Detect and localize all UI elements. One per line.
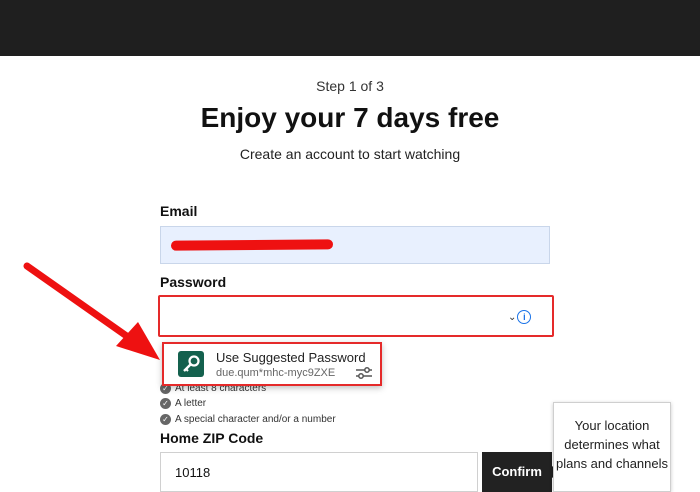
email-field[interactable]	[160, 226, 550, 264]
password-label: Password	[160, 274, 227, 290]
zip-code-input[interactable]: 10118	[160, 452, 478, 492]
info-icon: i	[517, 310, 532, 324]
page-subtitle: Create an account to start watching	[239, 146, 461, 162]
requirement-item: ✓ A special character and/or a number	[160, 414, 336, 425]
chevron-down-icon: ⌄	[508, 311, 517, 323]
password-field[interactable]: ⌄ i	[158, 295, 554, 337]
key-icon	[178, 351, 204, 377]
requirement-text: A special character and/or a number	[175, 414, 336, 425]
password-manager-icon[interactable]: ⌄ i	[508, 309, 536, 325]
confirm-button[interactable]: Confirm	[482, 452, 560, 492]
zip-value: 10118	[175, 465, 211, 480]
zip-label: Home ZIP Code	[160, 430, 264, 446]
requirement-item: ✓ A letter	[160, 398, 206, 409]
top-nav-bar	[0, 0, 700, 56]
location-tooltip: Your location determines what plans and …	[553, 402, 671, 492]
tune-icon[interactable]	[354, 364, 374, 382]
check-icon: ✓	[160, 414, 171, 425]
email-label: Email	[160, 203, 198, 219]
suggested-password-popup[interactable]: Use Suggested Password due.qum*mhc-myc9Z…	[162, 342, 382, 386]
step-indicator: Step 1 of 3	[316, 78, 384, 94]
suggested-password: due.qum*mhc-myc9ZXE	[216, 367, 336, 379]
requirement-text: A letter	[175, 398, 207, 409]
check-icon: ✓	[160, 398, 171, 409]
suggestion-title: Use Suggested Password	[216, 350, 366, 365]
page-title: Enjoy your 7 days free	[200, 102, 500, 133]
redaction-mark	[170, 239, 334, 251]
